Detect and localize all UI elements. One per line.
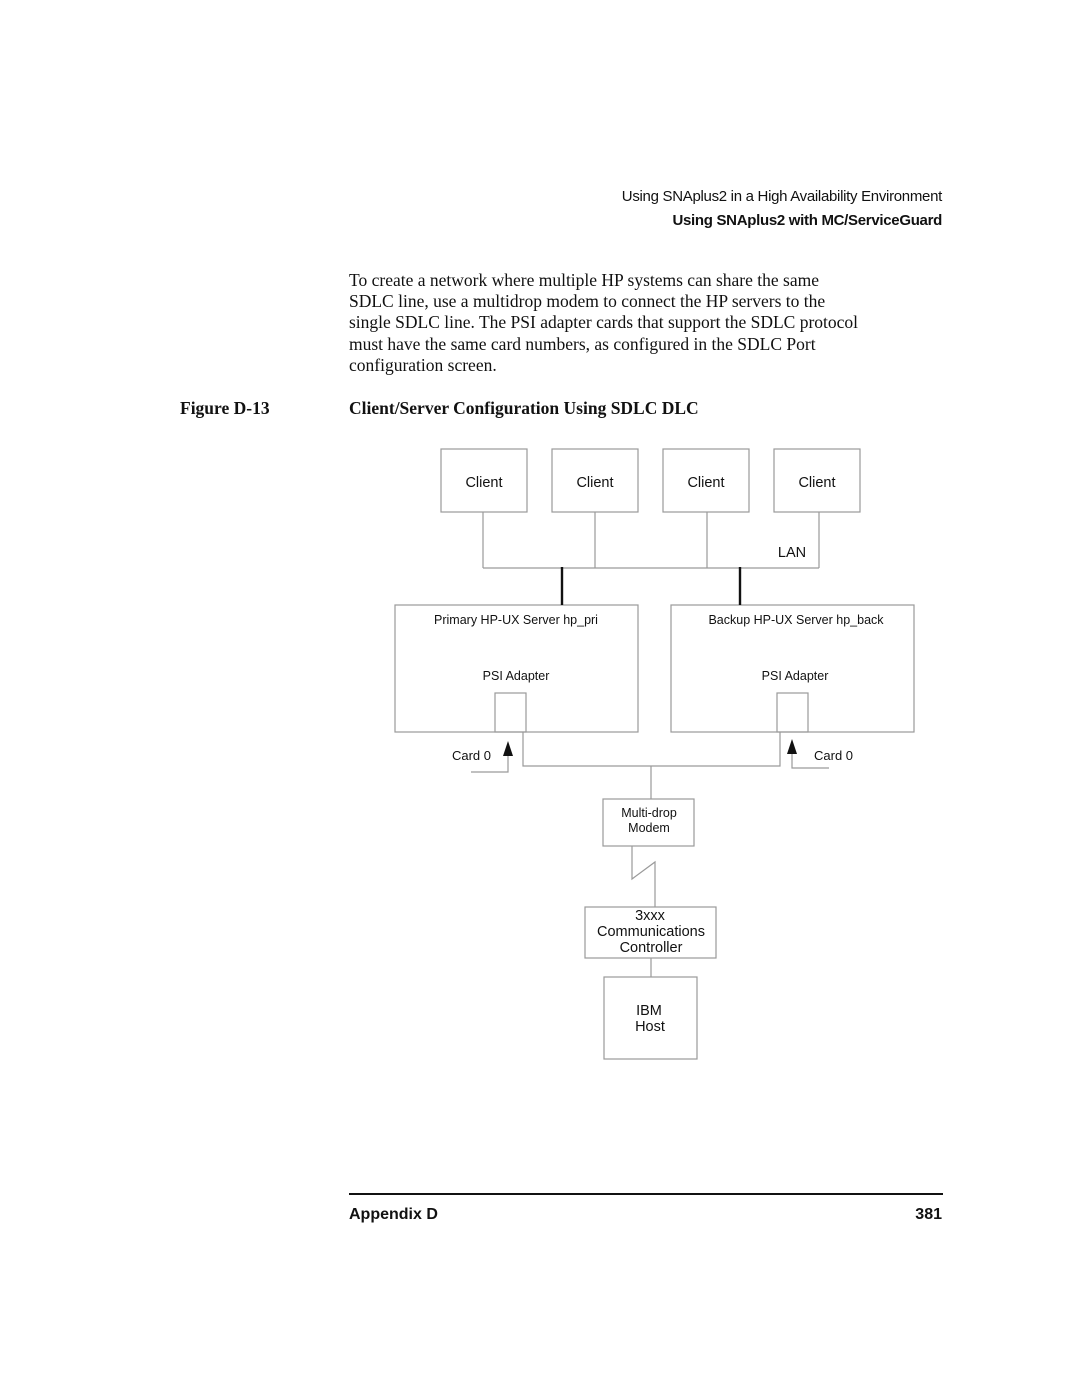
client-label: Client [576,475,613,491]
primary-card-label: Card 0 [452,748,491,763]
controller-label-line1: 3xxx [635,908,666,924]
primary-sdlc-line [522,732,781,767]
backup-adapter-label: PSI Adapter [762,669,829,683]
primary-psi-card [494,692,527,733]
lan-label: LAN [778,545,806,561]
footer-section: Appendix D [349,1206,438,1223]
primary-adapter-label: PSI Adapter [483,669,550,683]
modem-label-line1: Multi-drop [621,806,677,820]
backup-card-arrow-icon [787,739,797,754]
network-diagram: Client Client Client Client LAN Primary … [394,448,915,1060]
host-label-line2: Host [635,1019,665,1035]
host-label-line1: IBM [636,1003,662,1019]
primary-server-title: Primary HP-UX Server hp_pri [434,613,598,627]
client-label: Client [465,475,502,491]
footer-divider [349,1193,943,1195]
controller-label-line2: Communications [597,924,705,940]
backup-psi-card [776,692,809,733]
primary-card-arrow-icon [503,741,513,756]
modem-label-line2: Modem [628,821,670,835]
client-label: Client [687,475,724,491]
backup-server-title: Backup HP-UX Server hp_back [708,613,884,627]
leased-line-symbol [631,846,656,907]
page-number: 381 [915,1206,942,1223]
controller-label-line3: Controller [620,940,683,956]
backup-card-label: Card 0 [814,748,853,763]
client-label: Client [798,475,835,491]
